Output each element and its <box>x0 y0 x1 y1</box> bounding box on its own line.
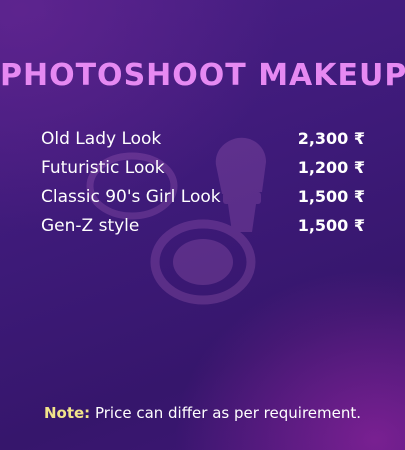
note-label: Note: <box>43 404 91 422</box>
service-price: 1,500 ₹ <box>297 216 365 235</box>
service-name: Classic 90's Girl Look <box>41 186 221 207</box>
service-name: Futuristic Look <box>41 157 165 178</box>
page-title: PHOTOSHOOT MAKEUP <box>0 58 405 94</box>
service-name: Old Lady Look <box>41 128 162 149</box>
price-row-classic-90s-girl-look: Classic 90's Girl Look 1,500 ₹ <box>41 182 365 211</box>
price-row-gen-z-style: Gen-Z style 1,500 ₹ <box>41 211 365 240</box>
service-price: 2,300 ₹ <box>297 129 365 148</box>
note-text: Price can differ as per requirement. <box>90 404 362 422</box>
price-card: PHOTOSHOOT MAKEUP Old Lady Look 2,300 ₹ … <box>0 0 405 450</box>
service-name: Gen-Z style <box>41 215 140 236</box>
service-price: 1,200 ₹ <box>297 158 365 177</box>
price-row-futuristic-look: Futuristic Look 1,200 ₹ <box>41 153 365 182</box>
price-note: Note: Price can differ as per requiremen… <box>0 404 405 422</box>
price-row-old-lady-look: Old Lady Look 2,300 ₹ <box>41 124 365 153</box>
price-list: Old Lady Look 2,300 ₹ Futuristic Look 1,… <box>41 124 365 240</box>
service-price: 1,500 ₹ <box>297 187 365 206</box>
